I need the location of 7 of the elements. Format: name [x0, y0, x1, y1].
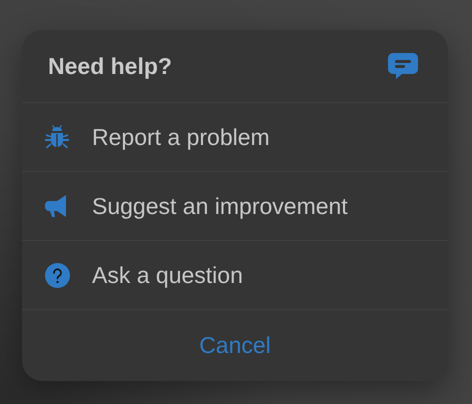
- chat-bubble-icon: [388, 52, 418, 80]
- menu-item[interactable]: Report a problem: [22, 103, 448, 172]
- bug-icon: [45, 124, 69, 150]
- question-icon: [44, 262, 70, 288]
- dialog-title: Need help?: [48, 52, 172, 81]
- menu-item[interactable]: Ask a question: [22, 241, 448, 310]
- menu-item[interactable]: Suggest an improvement: [22, 172, 448, 241]
